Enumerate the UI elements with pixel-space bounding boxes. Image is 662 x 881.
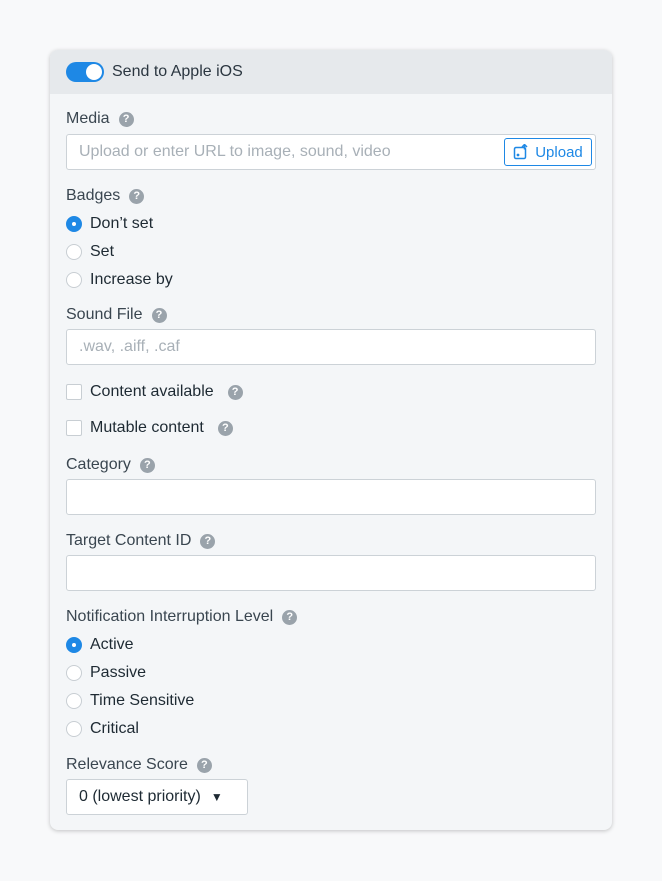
toggle-knob xyxy=(86,64,102,80)
badges-label-row: Badges ? xyxy=(66,187,145,205)
mutable-content-checkbox-row[interactable]: Mutable content ? xyxy=(66,419,233,437)
interruption-option-active[interactable]: Active xyxy=(66,636,134,654)
interruption-option-passive[interactable]: Passive xyxy=(66,664,146,682)
option-label: Critical xyxy=(90,720,139,737)
media-help-icon[interactable]: ? xyxy=(118,111,134,127)
interruption-level-label: Notification Interruption Level xyxy=(66,608,274,625)
relevance-score-label: Relevance Score xyxy=(66,756,188,773)
badges-label: Badges xyxy=(66,187,121,204)
interruption-level-label-row: Notification Interruption Level ? xyxy=(66,608,298,626)
send-to-ios-toggle[interactable] xyxy=(66,62,104,82)
radio-unselected xyxy=(66,272,82,288)
sound-file-input[interactable] xyxy=(66,329,596,365)
option-label: Don’t set xyxy=(90,215,154,232)
category-help-icon[interactable]: ? xyxy=(139,457,155,473)
category-input[interactable] xyxy=(66,479,596,515)
badges-option-dont-set[interactable]: Don’t set xyxy=(66,215,153,233)
radio-unselected xyxy=(66,244,82,260)
option-label: Active xyxy=(90,636,134,653)
option-label: Set xyxy=(90,243,115,260)
badges-help-icon[interactable]: ? xyxy=(129,188,145,204)
media-label: Media xyxy=(66,110,110,127)
radio-unselected xyxy=(66,721,82,737)
media-label-row: Media ? xyxy=(66,110,134,128)
mutable-content-label: Mutable content xyxy=(90,419,204,436)
relevance-score-help-icon[interactable]: ? xyxy=(196,757,212,773)
interruption-option-time-sensitive[interactable]: Time Sensitive xyxy=(66,692,194,710)
radio-unselected xyxy=(66,693,82,709)
mutable-content-checkbox[interactable] xyxy=(66,420,82,436)
content-available-label: Content available xyxy=(90,383,214,400)
apple-ios-settings-panel: Send to Apple iOS Media ? Upload Badges … xyxy=(50,50,612,830)
relevance-score-value: 0 (lowest priority) xyxy=(79,788,201,805)
panel-header: Send to Apple iOS xyxy=(50,50,612,94)
content-available-checkbox[interactable] xyxy=(66,384,82,400)
badges-option-increase-by[interactable]: Increase by xyxy=(66,271,173,289)
relevance-score-label-row: Relevance Score ? xyxy=(66,756,212,774)
target-content-id-label: Target Content ID xyxy=(66,532,192,549)
interruption-level-help-icon[interactable]: ? xyxy=(282,609,298,625)
mutable-content-help-icon[interactable]: ? xyxy=(217,420,233,436)
target-content-id-help-icon[interactable]: ? xyxy=(200,533,216,549)
sound-file-label-row: Sound File ? xyxy=(66,306,167,324)
relevance-score-select[interactable]: 0 (lowest priority) ▼ xyxy=(66,779,248,815)
interruption-option-critical[interactable]: Critical xyxy=(66,720,139,738)
content-available-help-icon[interactable]: ? xyxy=(227,384,243,400)
option-label: Passive xyxy=(90,664,147,681)
panel-title: Send to Apple iOS xyxy=(112,63,243,80)
option-label: Increase by xyxy=(90,271,173,288)
caret-down-icon: ▼ xyxy=(210,790,223,804)
upload-button[interactable]: Upload xyxy=(504,138,592,166)
target-content-id-input[interactable] xyxy=(66,555,596,591)
radio-selected xyxy=(66,637,82,653)
content-available-checkbox-row[interactable]: Content available ? xyxy=(66,383,243,401)
sound-file-label: Sound File xyxy=(66,306,143,323)
radio-selected xyxy=(66,216,82,232)
radio-unselected xyxy=(66,665,82,681)
upload-image-icon xyxy=(513,144,528,160)
category-label: Category xyxy=(66,456,131,473)
badges-option-set[interactable]: Set xyxy=(66,243,114,261)
category-label-row: Category ? xyxy=(66,456,155,474)
option-label: Time Sensitive xyxy=(90,692,195,709)
target-content-id-label-row: Target Content ID ? xyxy=(66,532,216,550)
sound-file-help-icon[interactable]: ? xyxy=(151,307,167,323)
upload-label: Upload xyxy=(535,143,583,161)
